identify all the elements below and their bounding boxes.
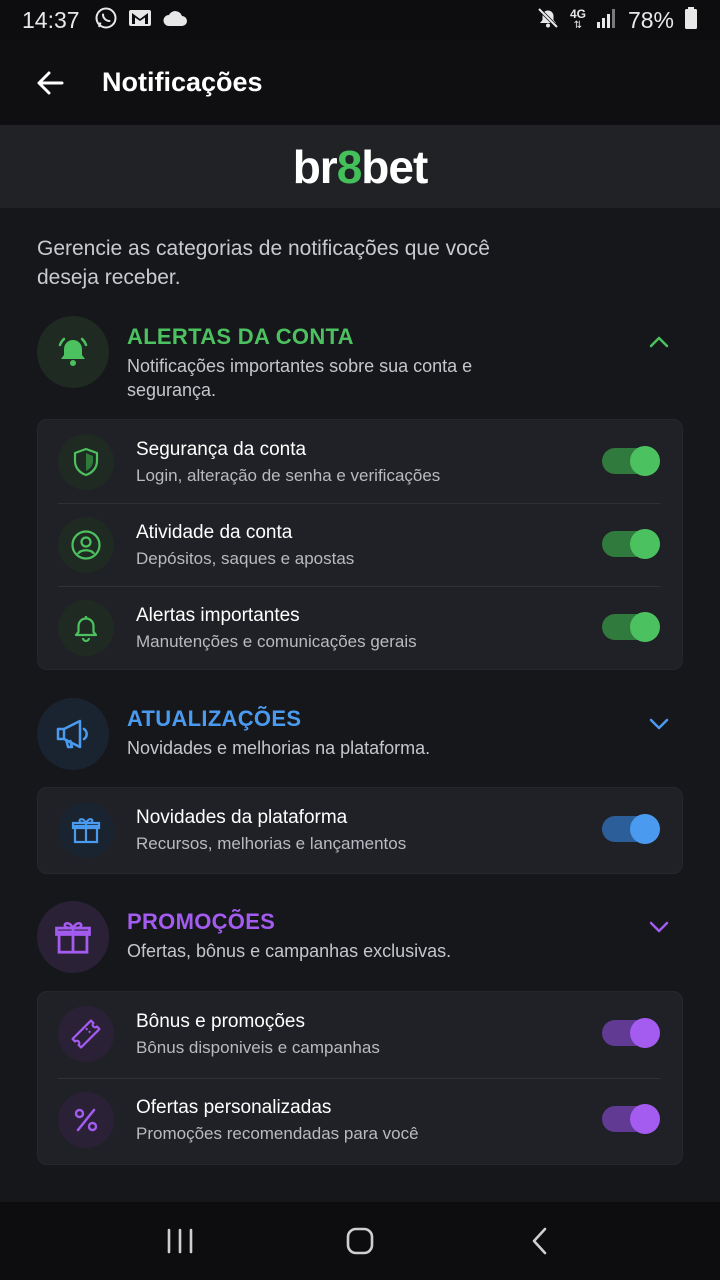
status-time: 14:37: [22, 6, 80, 33]
section-header-alertas[interactable]: ALERTAS DA CONTA Notificações importante…: [37, 316, 683, 400]
arrow-left-icon: [37, 71, 64, 94]
shield-icon: [58, 434, 114, 490]
alertas-card: Segurança da conta Login, alteração de s…: [37, 419, 683, 670]
megaphone-icon: [37, 698, 109, 770]
atualizacoes-card: Novidades da plataforma Recursos, melhor…: [37, 787, 683, 874]
list-item: Ofertas personalizadas Promoções recomen…: [38, 1078, 682, 1164]
gmail-icon: [128, 8, 152, 33]
brand-logo: br8bet: [292, 140, 429, 193]
system-nav-bar: [0, 1202, 720, 1280]
list-item: Bônus e promoções Bônus disponiveis e ca…: [38, 992, 682, 1078]
item-subtitle: Depósitos, saques e apostas: [136, 549, 355, 568]
item-subtitle: Bônus disponiveis e campanhas: [136, 1038, 380, 1057]
back-nav-icon: [532, 1227, 547, 1255]
status-bar: 14:37 4G ⇅ 78%: [0, 0, 720, 40]
home-icon: [346, 1227, 374, 1255]
chevron-down-icon[interactable]: [645, 913, 673, 941]
page-title: Notificações: [102, 67, 263, 97]
toggle-ofertas[interactable]: [602, 1104, 660, 1134]
bell-outline-icon: [58, 600, 114, 656]
whatsapp-icon: [94, 6, 118, 35]
gift-icon: [58, 802, 114, 858]
user-circle-icon: [58, 517, 114, 573]
item-subtitle: Recursos, melhorias e lançamentos: [136, 834, 407, 853]
promocoes-card: Bônus e promoções Bônus disponiveis e ca…: [37, 991, 683, 1165]
recents-button[interactable]: [140, 1211, 220, 1271]
percent-icon: [58, 1092, 114, 1148]
recents-icon: [167, 1228, 193, 1254]
ticket-icon: [58, 1006, 114, 1062]
signal-icon: [596, 7, 618, 34]
item-subtitle: Promoções recomendadas para você: [136, 1124, 419, 1143]
section-title: ALERTAS DA CONTA: [127, 324, 354, 349]
list-item: Atividade da conta Depósitos, saques e a…: [38, 503, 682, 586]
item-title: Ofertas personalizadas: [136, 1097, 332, 1118]
back-button[interactable]: [20, 53, 80, 113]
toggle-bonus[interactable]: [602, 1018, 660, 1048]
intro-text: Gerencie as categorias de notificações q…: [37, 237, 490, 289]
gift-icon: [37, 901, 109, 973]
section-title: ATUALIZAÇÕES: [127, 706, 302, 731]
section-description: Novidades e melhorias na plataforma.: [127, 738, 431, 758]
item-subtitle: Login, alteração de senha e verificações: [136, 466, 441, 485]
toggle-alertas[interactable]: [602, 612, 660, 642]
network-4g-icon: 4G ⇅: [569, 7, 586, 31]
item-title: Alertas importantes: [136, 605, 300, 626]
list-item: Alertas importantes Manutenções e comuni…: [38, 586, 682, 669]
section-header-promocoes[interactable]: PROMOÇÕES Ofertas, bônus e campanhas exc…: [37, 901, 683, 981]
toggle-seguranca[interactable]: [602, 446, 660, 476]
item-title: Bônus e promoções: [136, 1011, 305, 1032]
back-nav-button[interactable]: [500, 1211, 580, 1271]
toggle-novidades[interactable]: [602, 814, 660, 844]
battery-icon: [684, 6, 698, 35]
item-title: Novidades da plataforma: [136, 807, 348, 828]
mute-icon: [536, 6, 560, 35]
section-header-atualizacoes[interactable]: ATUALIZAÇÕES Novidades e melhorias na pl…: [37, 698, 683, 778]
list-item: Novidades da plataforma Recursos, melhor…: [38, 788, 682, 873]
battery-percent: 78%: [627, 6, 674, 33]
bell-icon: [37, 316, 109, 388]
chevron-down-icon[interactable]: [645, 710, 673, 738]
toggle-atividade[interactable]: [602, 529, 660, 559]
chevron-up-icon[interactable]: [645, 328, 673, 356]
item-title: Segurança da conta: [136, 439, 307, 460]
item-title: Atividade da conta: [136, 522, 293, 543]
cloud-icon: [162, 9, 188, 32]
app-bar: Notificações: [0, 40, 720, 125]
home-button[interactable]: [320, 1211, 400, 1271]
section-title: PROMOÇÕES: [127, 909, 276, 934]
brand-banner: br8bet: [0, 125, 720, 208]
item-subtitle: Manutenções e comunicações gerais: [136, 632, 417, 651]
section-description: Notificações importantes sobre sua conta…: [127, 356, 473, 400]
list-item: Segurança da conta Login, alteração de s…: [38, 420, 682, 503]
section-description: Ofertas, bônus e campanhas exclusivas.: [127, 941, 452, 961]
